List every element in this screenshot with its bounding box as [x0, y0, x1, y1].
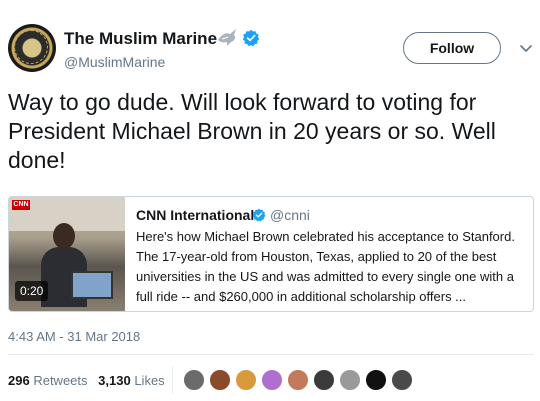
liker-avatar[interactable]	[182, 368, 206, 392]
likes-count: 3,130	[98, 373, 131, 388]
verified-icon	[242, 29, 260, 47]
quoted-display-name: CNN International	[136, 207, 255, 223]
video-duration: 0:20	[15, 281, 49, 301]
stats-separator	[172, 366, 173, 394]
tweet-stats: 296 Retweets 3,130 Likes	[8, 373, 165, 388]
liker-avatar[interactable]	[208, 368, 232, 392]
liker-avatar[interactable]	[260, 368, 284, 392]
cnn-logo-icon: CNN	[12, 200, 30, 210]
liker-avatar[interactable]	[286, 368, 310, 392]
divider	[8, 354, 534, 355]
liker-avatar[interactable]	[364, 368, 388, 392]
likes-stat[interactable]: 3,130 Likes	[98, 373, 165, 388]
quoted-tweet-text: Here's how Michael Brown celebrated his …	[136, 229, 515, 304]
tweet-timestamp[interactable]: 4:43 AM - 31 Mar 2018	[8, 329, 140, 344]
video-thumbnail[interactable]: CNN 0:20	[9, 197, 125, 311]
likes-label: Likes	[134, 373, 165, 388]
tweet-text: Way to go dude. Will look forward to vot…	[8, 89, 496, 173]
quoted-tweet-card[interactable]: CNN 0:20 CNN International @cnni Here's …	[8, 196, 534, 312]
retweets-label: Retweets	[33, 373, 88, 388]
liker-avatar[interactable]	[390, 368, 414, 392]
retweets-stat[interactable]: 296 Retweets	[8, 373, 88, 388]
chevron-down-icon[interactable]	[520, 42, 532, 54]
profile-avatar[interactable]	[8, 24, 56, 72]
liker-avatar[interactable]	[312, 368, 336, 392]
display-name[interactable]: The Muslim Marine	[64, 29, 217, 49]
follow-button[interactable]: Follow	[403, 32, 501, 64]
retweets-count: 296	[8, 373, 30, 388]
quoted-handle: @cnni	[270, 207, 310, 223]
liker-avatar[interactable]	[338, 368, 362, 392]
verified-icon	[252, 208, 266, 222]
dove-icon	[218, 29, 236, 46]
liker-avatar[interactable]	[234, 368, 258, 392]
user-handle[interactable]: @MuslimMarine	[64, 54, 165, 70]
